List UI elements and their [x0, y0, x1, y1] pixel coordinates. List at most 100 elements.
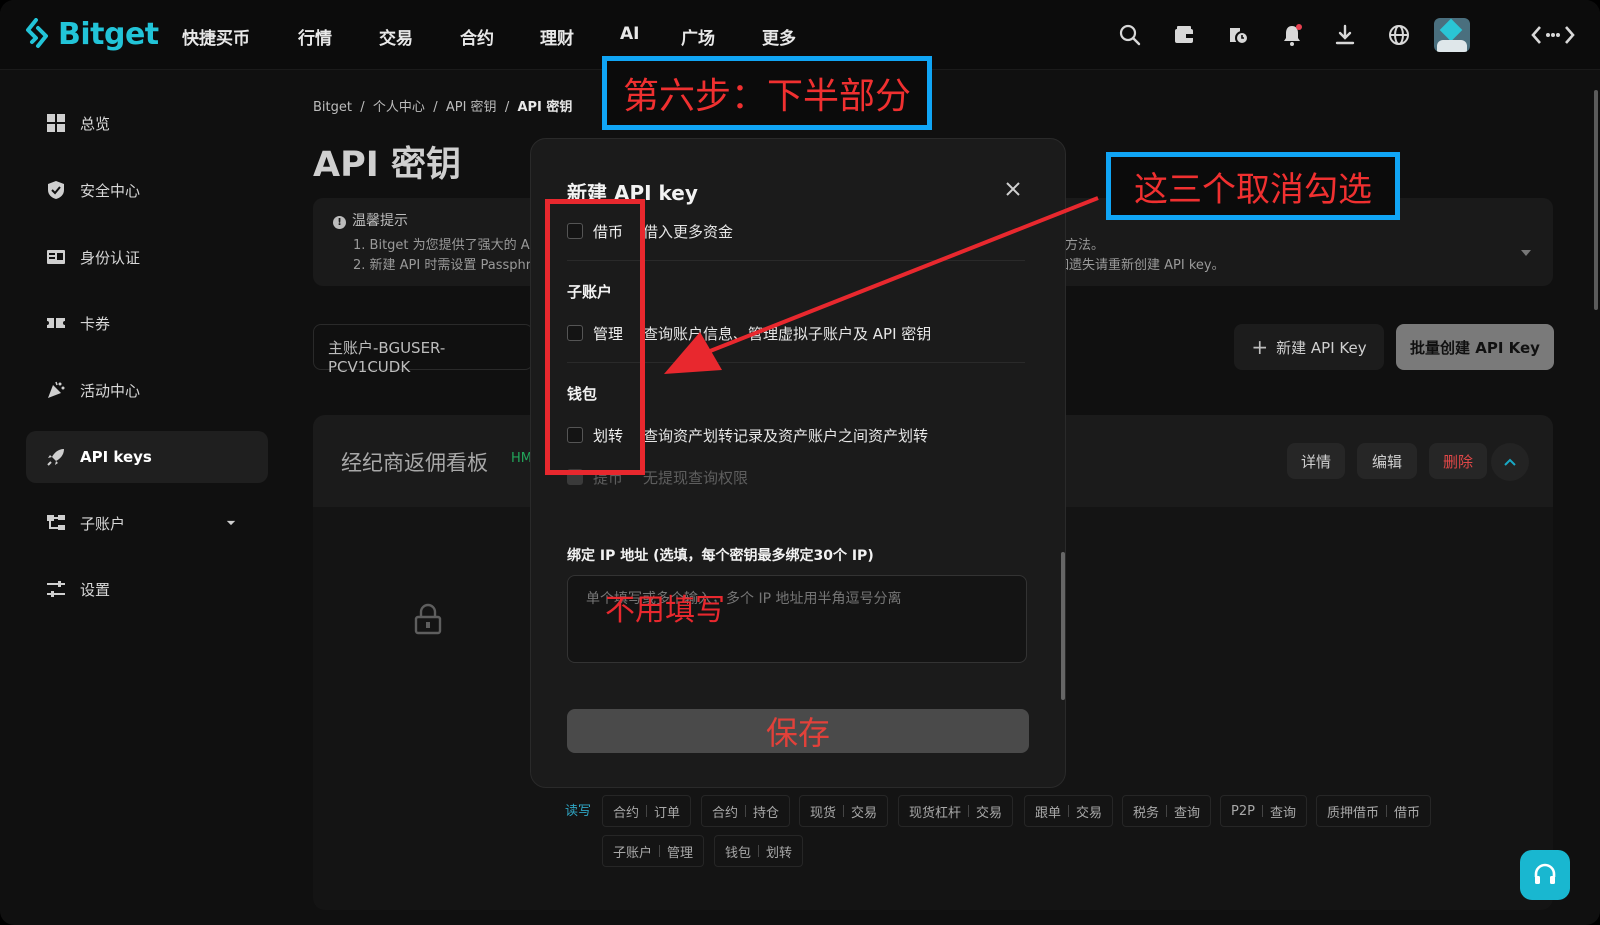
notification-bell-icon[interactable]: [1279, 22, 1305, 48]
sidebar-item-api-keys[interactable]: API keys: [26, 431, 268, 483]
modal-scrollbar[interactable]: [1061, 552, 1065, 700]
annotation-uncheck-label: 这三个取消勾选: [1106, 152, 1400, 220]
chevron-down-icon[interactable]: [1521, 250, 1531, 258]
nav-markets[interactable]: 行情: [298, 24, 332, 49]
sidebar-item-label: 活动中心: [80, 381, 141, 400]
sidebar-item-label: 卡券: [80, 314, 111, 333]
tree-icon: [47, 515, 65, 530]
permission-tag: 现货 交易: [799, 795, 889, 827]
breadcrumb-current: API 密钥: [517, 100, 573, 115]
breadcrumb-bitget[interactable]: Bitget: [313, 100, 352, 115]
withdraw-description: 无提现查询权限: [643, 469, 749, 487]
shield-icon: [48, 181, 64, 199]
breadcrumb-separator: /: [360, 100, 365, 115]
breadcrumb-api-keys[interactable]: API 密钥: [446, 100, 497, 115]
ticket-icon: [47, 318, 65, 328]
chevron-down-icon: [226, 520, 236, 526]
lock-icon: [414, 603, 442, 635]
annotation-checkbox-highlight: [545, 199, 645, 475]
grid-icon: [47, 114, 65, 132]
breadcrumb: Bitget / 个人中心 / API 密钥 / API 密钥: [313, 96, 572, 115]
new-api-key-button[interactable]: + 新建 API Key: [1234, 324, 1384, 370]
logo-text: Bitget: [58, 16, 159, 52]
notice-line-1: 1. Bitget 为您提供了强大的 AI: [353, 238, 534, 253]
sidebar-item-subaccount[interactable]: 子账户: [26, 497, 268, 549]
sliders-icon: [47, 581, 65, 597]
notice-line-2: 2. 新建 API 时需设置 Passphr: [353, 258, 532, 273]
search-icon[interactable]: [1117, 22, 1143, 48]
transfer-description: 查询资产划转记录及资产账户之间资产划转: [643, 427, 929, 445]
notice-line-1-tail: 方法。: [1065, 238, 1105, 253]
breadcrumb-personal-center[interactable]: 个人中心: [373, 100, 425, 115]
batch-create-button[interactable]: 批量创建 API Key: [1396, 324, 1554, 370]
sidebar-item-label: 设置: [80, 580, 111, 599]
page-title: API 密钥: [313, 145, 461, 185]
sidebar-item-identity[interactable]: 身份认证: [26, 231, 268, 283]
details-button[interactable]: 详情: [1287, 443, 1345, 479]
permission-tag: 合约 订单: [602, 795, 692, 827]
notice-line-2-tail: ，如遗失请重新创建 API key。: [1043, 258, 1225, 273]
sidebar-item-label: 总览: [80, 114, 111, 133]
notice-title: ! 温馨提示: [333, 210, 408, 230]
sidebar-item-security[interactable]: 安全中心: [26, 164, 268, 216]
permission-tag: 钱包 划转: [714, 835, 804, 867]
nav-more[interactable]: 更多: [762, 24, 796, 49]
id-card-icon: [47, 250, 65, 264]
permission-label: 读写: [565, 804, 592, 819]
collapse-button[interactable]: [1491, 443, 1529, 481]
sidebar-item-label: 子账户: [80, 514, 126, 533]
sidebar-item-events[interactable]: 活动中心: [26, 364, 268, 416]
notice-title-text: 温馨提示: [352, 213, 408, 229]
account-selector[interactable]: 主账户-BGUSER-PCV1CUDK: [313, 324, 533, 376]
sidebar-item-settings[interactable]: 设置: [26, 563, 268, 615]
permission-tag: 跟单 交易: [1024, 795, 1114, 827]
borrow-description: 借入更多资金: [643, 223, 734, 241]
annotation-step-label: 第六步：下半部分: [602, 56, 932, 130]
permission-tag: 税务 查询: [1122, 795, 1212, 827]
card-badge: HM: [511, 451, 532, 466]
page-scrollbar[interactable]: [1594, 90, 1598, 310]
close-icon[interactable]: [1003, 179, 1023, 199]
globe-icon[interactable]: [1386, 22, 1412, 48]
code-brackets-icon[interactable]: [1530, 22, 1576, 48]
sidebar-item-label: API keys: [80, 448, 152, 466]
nav-futures[interactable]: 合约: [460, 24, 494, 49]
nav-quick-buy[interactable]: 快捷买币: [182, 24, 250, 49]
ip-address-label: 绑定 IP 地址 (选填，每个密钥最多绑定30个 IP): [567, 548, 874, 564]
sidebar-item-label: 安全中心: [80, 181, 141, 200]
download-icon[interactable]: [1332, 22, 1358, 48]
card-title: 经纪商返佣看板: [341, 451, 488, 475]
delete-button[interactable]: 删除: [1429, 443, 1487, 479]
annotation-no-fill: 不用填写: [605, 593, 725, 628]
edit-button[interactable]: 编辑: [1357, 443, 1417, 479]
plus-icon: +: [1251, 335, 1269, 359]
sidebar-item-label: 身份认证: [80, 248, 141, 267]
manage-description: 查询账户信息、管理虚拟子账户及 API 密钥: [643, 325, 932, 343]
nav-earn[interactable]: 理财: [540, 24, 574, 49]
nav-ai[interactable]: AI: [620, 24, 639, 44]
save-button[interactable]: 保存: [567, 709, 1029, 753]
app-window: Bitget 快捷买币 行情 交易 合约 理财 AI 广场 更多 总览 安全中心…: [0, 0, 1600, 925]
nav-square[interactable]: 广场: [681, 24, 715, 49]
bitget-logo-icon: [26, 18, 48, 48]
wallet-icon[interactable]: [1171, 22, 1197, 48]
headset-icon: [1534, 863, 1556, 884]
history-icon[interactable]: [1225, 22, 1251, 48]
permission-tag: 现货杠杆 交易: [898, 795, 1014, 827]
support-button[interactable]: [1520, 850, 1570, 900]
permission-tag: P2P 查询: [1220, 795, 1307, 827]
nav-trade[interactable]: 交易: [379, 24, 413, 49]
permission-tag: 质押借币 借币: [1316, 795, 1432, 827]
user-avatar[interactable]: [1434, 18, 1470, 52]
bitget-logo[interactable]: Bitget: [24, 14, 159, 54]
sidebar-item-overview[interactable]: 总览: [26, 97, 268, 149]
info-icon: !: [333, 216, 346, 229]
permission-tag: 合约 持仓: [701, 795, 791, 827]
party-icon: [48, 381, 65, 398]
permission-tag: 子账户 管理: [602, 835, 705, 867]
rocket-icon: [47, 449, 64, 466]
breadcrumb-separator: /: [504, 100, 510, 115]
breadcrumb-separator: /: [433, 100, 438, 115]
sidebar-item-coupons[interactable]: 卡券: [26, 297, 268, 349]
new-api-key-label: 新建 API Key: [1276, 338, 1367, 357]
